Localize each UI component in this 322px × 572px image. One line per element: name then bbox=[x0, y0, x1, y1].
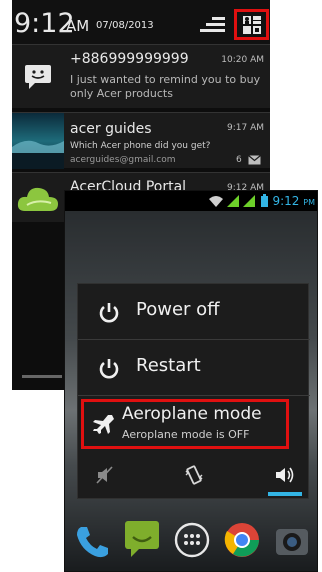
envelope-icon bbox=[248, 155, 261, 165]
clock-ampm: AM bbox=[66, 17, 90, 35]
camera-icon[interactable] bbox=[273, 521, 311, 559]
quick-settings-icon bbox=[242, 15, 261, 34]
airplane-icon bbox=[93, 415, 114, 434]
restart-option[interactable]: Restart bbox=[78, 340, 310, 396]
notification-sender: acerguides@gmail.com bbox=[70, 155, 176, 165]
signal-icon-2 bbox=[243, 195, 255, 207]
aeroplane-mode-label: Aeroplane mode bbox=[122, 404, 262, 424]
notification-title: +886999999999 bbox=[70, 51, 189, 67]
aeroplane-mode-status: Aeroplane mode is OFF bbox=[122, 428, 250, 441]
vibrate-mode-button[interactable] bbox=[179, 462, 209, 488]
phone-icon[interactable] bbox=[73, 523, 111, 561]
shade-handle[interactable] bbox=[22, 375, 62, 378]
volume-icon bbox=[276, 467, 294, 483]
email-thumbnail bbox=[12, 113, 64, 169]
notification-text-line2: only Acer products bbox=[70, 87, 173, 100]
mute-icon bbox=[96, 466, 113, 484]
shade-header: 9:12 AM 07/08/2013 bbox=[12, 0, 270, 44]
signal-icon bbox=[227, 195, 239, 207]
notification-text: I just wanted to remind you to buy bbox=[70, 73, 261, 86]
sound-on-mode-button[interactable] bbox=[270, 462, 300, 488]
power-icon bbox=[99, 303, 119, 323]
notification-message[interactable]: +886999999999 10:20 AM I just wanted to … bbox=[12, 44, 270, 108]
notification-time: 10:20 AM bbox=[221, 55, 264, 65]
power-icon bbox=[99, 359, 119, 379]
clock-date: 07/08/2013 bbox=[96, 20, 154, 31]
power-menu-screen: 9:12 PM Power off Restart Aeroplane mode… bbox=[64, 190, 318, 572]
silent-mode-button[interactable] bbox=[90, 462, 120, 488]
power-off-option[interactable]: Power off bbox=[78, 284, 310, 340]
notification-email[interactable]: acer guides 9:17 AM Which Acer phone did… bbox=[12, 112, 270, 169]
sound-mode-selected-indicator bbox=[268, 492, 302, 496]
clear-notifications-icon[interactable] bbox=[200, 16, 226, 34]
message-icon bbox=[12, 45, 64, 109]
vibrate-icon bbox=[185, 465, 203, 485]
sound-mode-row bbox=[78, 454, 310, 500]
quick-settings-button[interactable] bbox=[234, 9, 269, 40]
status-bar: 9:12 PM bbox=[65, 191, 317, 211]
browser-icon[interactable] bbox=[223, 521, 261, 559]
power-menu-dialog: Power off Restart bbox=[77, 283, 310, 500]
notification-text: Which Acer phone did you get? bbox=[70, 141, 211, 151]
dock bbox=[65, 509, 317, 571]
power-off-label: Power off bbox=[136, 299, 220, 320]
status-time: 9:12 PM bbox=[272, 194, 315, 208]
restart-label: Restart bbox=[136, 355, 201, 376]
notification-time: 9:17 AM bbox=[227, 123, 264, 133]
notification-title: acer guides bbox=[70, 121, 152, 137]
messaging-icon[interactable] bbox=[123, 519, 161, 561]
cloud-icon bbox=[12, 173, 64, 223]
notification-count: 6 bbox=[236, 155, 242, 165]
wifi-icon bbox=[209, 196, 223, 207]
aeroplane-mode-option[interactable]: Aeroplane mode Aeroplane mode is OFF bbox=[81, 399, 289, 449]
battery-icon bbox=[261, 194, 268, 207]
app-drawer-icon[interactable] bbox=[173, 521, 211, 559]
